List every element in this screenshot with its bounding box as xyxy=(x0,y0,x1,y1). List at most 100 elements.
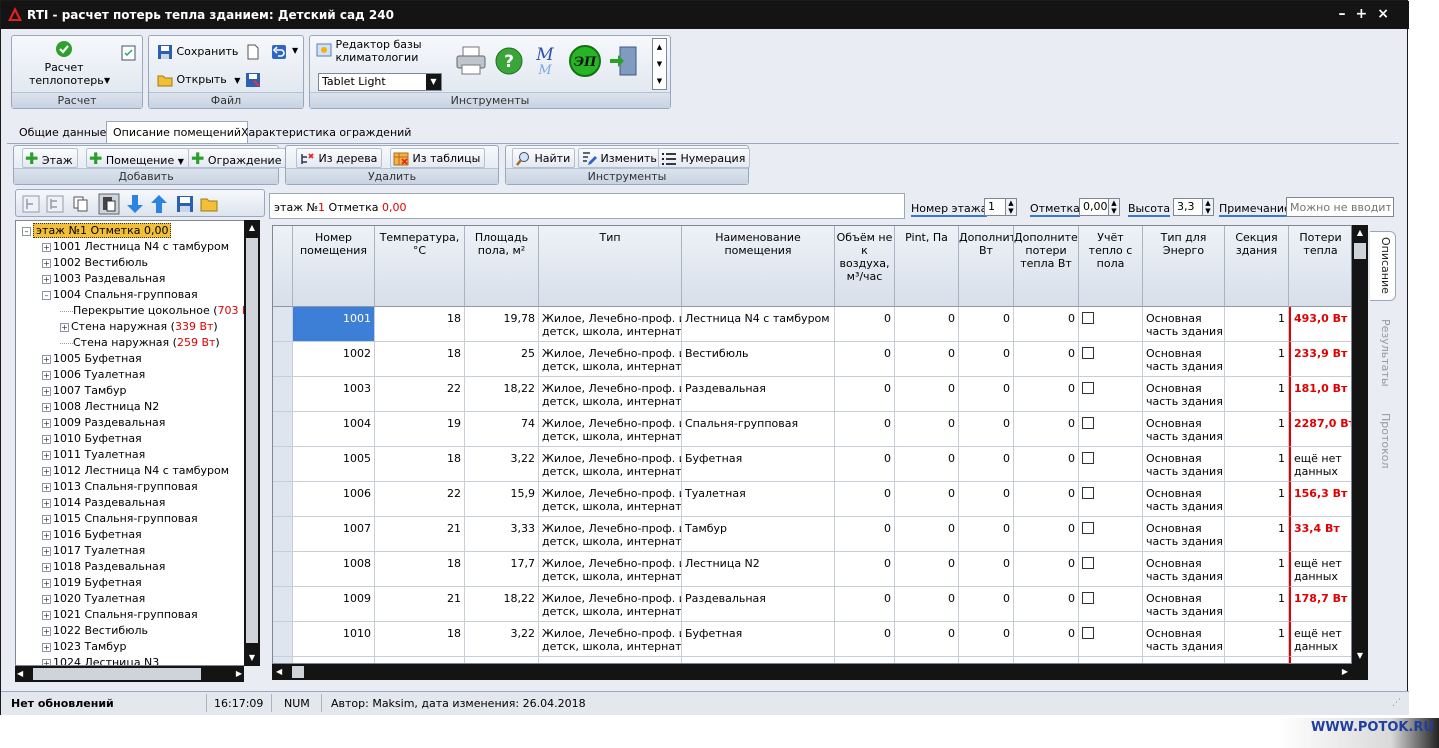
expand-toggle[interactable]: + xyxy=(42,466,51,476)
table-cell-type[interactable]: Жилое, Лечебно-проф. и детск, школа, инте… xyxy=(539,587,682,622)
table-cell-v3[interactable]: 0 xyxy=(959,447,1014,482)
open-button[interactable]: Открыть ▼ xyxy=(157,72,240,88)
tab-fences[interactable]: Характеристика ограждений xyxy=(235,122,417,144)
table-cell-v4[interactable]: 0 xyxy=(1014,412,1079,447)
column-header[interactable]: Тип для Энерго xyxy=(1143,226,1225,307)
table-cell-v1[interactable]: 0 xyxy=(835,552,895,587)
column-header[interactable]: Потери тепла xyxy=(1289,226,1351,307)
table-cell-v2[interactable] xyxy=(895,657,959,663)
table-cell-sec[interactable] xyxy=(1225,657,1289,663)
tree-room-node[interactable]: +1008 Лестница N2 xyxy=(42,399,159,415)
expand-toggle[interactable]: + xyxy=(42,274,51,284)
table-cell-chk[interactable] xyxy=(1079,377,1143,412)
tab-rooms[interactable]: Описание помещений xyxy=(106,121,248,143)
table-cell-name[interactable]: Раздевальная xyxy=(682,587,835,622)
close-button[interactable]: × xyxy=(1377,6,1399,22)
table-cell-area[interactable] xyxy=(465,657,539,663)
tree-room-node[interactable]: +1019 Буфетная xyxy=(42,575,142,591)
column-header[interactable]: Тип xyxy=(539,226,682,307)
delete-from-table-button[interactable]: Из таблицы xyxy=(390,148,486,168)
tree-hscroll-thumb[interactable] xyxy=(33,668,201,680)
table-cell-num[interactable]: 1002 xyxy=(293,342,375,377)
resize-grip-icon[interactable]: ⋰ xyxy=(1392,698,1401,708)
find-button[interactable]: Найти xyxy=(512,148,576,168)
calc-dropdown-icon[interactable]: ▼ xyxy=(104,76,110,85)
expand-toggle[interactable]: + xyxy=(42,402,51,412)
floor-heat-checkbox[interactable] xyxy=(1082,312,1094,324)
side-tab-protocol[interactable]: Протокол xyxy=(1379,413,1392,469)
table-cell-part[interactable]: Основная часть здания xyxy=(1143,377,1225,412)
manual-icon[interactable]: MM xyxy=(532,44,558,78)
table-cell-chk[interactable] xyxy=(1079,412,1143,447)
table-cell-v1[interactable] xyxy=(835,657,895,663)
table-cell-area[interactable]: 74 xyxy=(465,412,539,447)
table-cell-area[interactable]: 17,7 xyxy=(465,552,539,587)
tree-scroll-thumb[interactable] xyxy=(246,238,258,643)
table-cell-num[interactable] xyxy=(293,657,375,663)
expand-toggle[interactable]: – xyxy=(42,290,51,300)
climate-editor-button[interactable]: Редактор базы климатологии xyxy=(316,38,426,64)
tree-root-floor[interactable]: – этаж №1 Отметка 0,00 xyxy=(22,223,172,239)
move-up-icon[interactable] xyxy=(150,194,168,214)
tree-fence-node[interactable]: + Стена наружная (339 Вт) xyxy=(60,319,218,335)
table-cell-loss[interactable]: 233,9 Вт xyxy=(1289,342,1351,377)
table-cell-type[interactable]: Жилое, Лечебно-проф. и детск, школа, инте… xyxy=(539,622,682,657)
grid-horizontal-scrollbar[interactable]: ◀ ▶ xyxy=(272,664,1368,680)
table-cell-num[interactable]: 1010 xyxy=(293,622,375,657)
table-cell-name[interactable]: Тамбур xyxy=(682,517,835,552)
side-tab-description[interactable]: Описание xyxy=(1379,237,1392,294)
table-cell-v4[interactable] xyxy=(1014,657,1079,663)
expand-toggle[interactable]: + xyxy=(42,626,51,636)
table-cell-v1[interactable]: 0 xyxy=(835,517,895,552)
room-dropdown-icon[interactable]: ▼ xyxy=(178,157,184,166)
table-cell-temp[interactable]: 19 xyxy=(375,412,465,447)
row-indicator[interactable] xyxy=(273,412,293,447)
tree-horizontal-scrollbar[interactable]: ◀ ▶ xyxy=(15,666,244,682)
side-tab-results[interactable]: Результаты xyxy=(1379,319,1392,387)
table-cell-sec[interactable]: 1 xyxy=(1225,517,1289,552)
tree-room-node[interactable]: +1017 Туалетная xyxy=(42,543,145,559)
table-cell-part[interactable]: Основная часть здания xyxy=(1143,552,1225,587)
table-cell-chk[interactable] xyxy=(1079,482,1143,517)
table-cell-temp[interactable]: 18 xyxy=(375,342,465,377)
table-cell-v3[interactable]: 0 xyxy=(959,412,1014,447)
floor-number-input[interactable]: 1 xyxy=(984,198,1006,216)
exit-door-icon[interactable] xyxy=(608,44,640,78)
expand-toggle[interactable]: + xyxy=(42,562,51,572)
table-cell-num[interactable]: 1004 xyxy=(293,412,375,447)
floor-heat-checkbox[interactable] xyxy=(1082,592,1094,604)
table-cell-loss[interactable]: 178,7 Вт xyxy=(1289,587,1351,622)
elevation-input[interactable]: 0,00 xyxy=(1079,198,1109,216)
table-cell-sec[interactable]: 1 xyxy=(1225,447,1289,482)
tree-room-node[interactable]: +1018 Раздевальная xyxy=(42,559,165,575)
table-cell-type[interactable] xyxy=(539,657,682,663)
floor-number-spin[interactable]: ▲ ▼ xyxy=(1005,198,1017,216)
expand-toggle[interactable]: + xyxy=(42,498,51,508)
grid-hscroll-thumb[interactable] xyxy=(292,666,304,678)
table-cell-loss[interactable]: 181,0 Вт xyxy=(1289,377,1351,412)
note-input[interactable] xyxy=(1286,197,1394,217)
help-icon[interactable]: ? xyxy=(494,46,524,76)
expand-toggle[interactable]: + xyxy=(42,658,51,665)
column-header[interactable]: Площадь пола, м² xyxy=(465,226,539,307)
expand-toggle[interactable]: + xyxy=(60,322,69,332)
row-indicator[interactable] xyxy=(273,552,293,587)
table-cell-name[interactable] xyxy=(682,657,835,663)
grid-scroll-left-icon[interactable]: ◀ xyxy=(276,665,282,679)
table-cell-part[interactable]: Основная часть здания xyxy=(1143,412,1225,447)
row-indicator[interactable] xyxy=(273,587,293,622)
floor-heat-checkbox[interactable] xyxy=(1082,557,1094,569)
skin-select[interactable]: Tablet Light ▼ xyxy=(318,73,442,91)
row-indicator[interactable] xyxy=(273,622,293,657)
expand-toggle[interactable]: + xyxy=(42,546,51,556)
table-cell-name[interactable]: Лестница N2 xyxy=(682,552,835,587)
table-cell-type[interactable]: Жилое, Лечебно-проф. и детск, школа, инте… xyxy=(539,447,682,482)
row-indicator[interactable] xyxy=(273,342,293,377)
table-cell-v2[interactable]: 0 xyxy=(895,622,959,657)
table-cell-temp[interactable]: 18 xyxy=(375,447,465,482)
table-cell-v3[interactable]: 0 xyxy=(959,552,1014,587)
table-cell-v3[interactable]: 0 xyxy=(959,517,1014,552)
tree-room-node[interactable]: –1004 Спальня-групповая xyxy=(42,287,198,303)
tree-room-node[interactable]: +1020 Туалетная xyxy=(42,591,145,607)
column-header[interactable]: Дополнит Вт xyxy=(959,226,1014,307)
